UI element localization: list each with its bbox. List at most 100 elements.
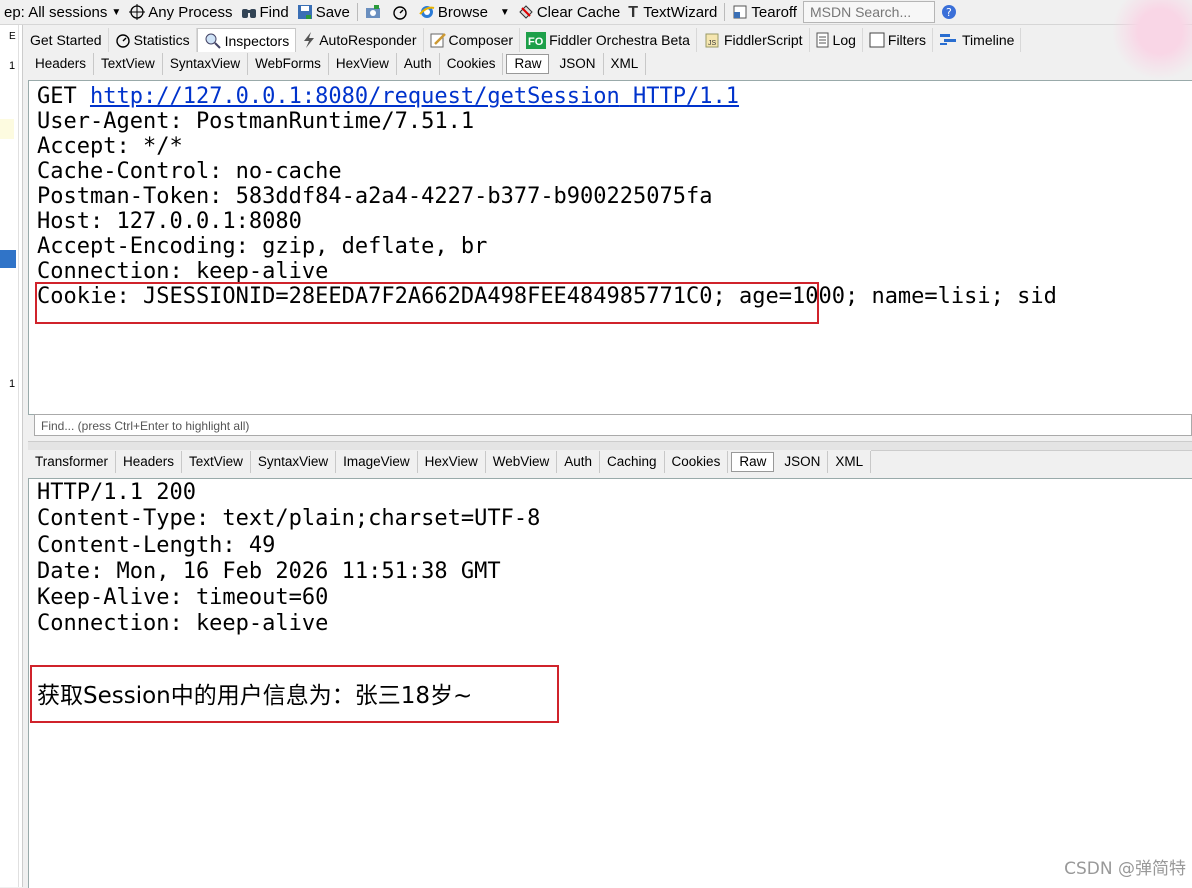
response-header-line: Content-Length: 49 — [37, 532, 276, 558]
response-inspector-tabs: Transformer Headers TextView SyntaxView Imag… — [28, 450, 872, 474]
response-tab-imageview[interactable]: ImageView — [336, 451, 418, 473]
request-protocol: HTTP/1.1 — [619, 84, 740, 109]
tab-label: FiddlerScript — [723, 32, 803, 48]
tearoff-label: Tearoff — [751, 3, 797, 21]
magnifier-icon — [204, 33, 222, 49]
keep-sessions-label: ep: All sessions — [4, 3, 108, 21]
browse-label: Browse — [437, 3, 488, 21]
help-icon: ? — [941, 4, 957, 20]
response-tab-auth[interactable]: Auth — [557, 451, 601, 473]
request-header-line: Connection: keep-alive — [37, 259, 329, 284]
response-tab-cookies[interactable]: Cookies — [665, 451, 729, 473]
watermark: CSDN @弹简特 — [1064, 859, 1186, 879]
request-url-link[interactable]: http://127.0.0.1:8080/request/getSession — [90, 84, 620, 109]
screenshot-button[interactable] — [361, 1, 388, 23]
process-filter-label: Any Process — [148, 3, 233, 21]
tab-composer[interactable]: Composer — [424, 28, 521, 52]
response-tab-syntaxview[interactable]: SyntaxView — [251, 451, 337, 473]
session-row-highlight[interactable] — [0, 119, 14, 139]
response-tab-headers[interactable]: Headers — [116, 451, 183, 473]
find-input[interactable]: Find... (press Ctrl+Enter to highlight a… — [34, 414, 1192, 436]
tab-label: Composer — [448, 32, 514, 48]
textwizard-button[interactable]: T TextWizard — [624, 1, 721, 23]
tab-label: Fiddler Orchestra Beta — [549, 32, 690, 48]
svg-text:?: ? — [946, 6, 952, 19]
tab-label: AutoResponder — [319, 32, 417, 48]
tab-statistics[interactable]: Statistics — [109, 28, 197, 52]
request-tab-json[interactable]: JSON — [552, 53, 604, 75]
textwizard-icon: T — [628, 4, 638, 21]
divider — [18, 25, 19, 887]
save-button[interactable]: Save — [293, 1, 354, 23]
checkbox-icon — [869, 32, 885, 48]
request-tab-syntaxview[interactable]: SyntaxView — [163, 53, 249, 75]
msdn-search-input[interactable]: MSDN Search... — [802, 1, 935, 23]
response-tab-transformer[interactable]: Transformer — [28, 451, 117, 473]
tab-filters[interactable]: Filters — [863, 28, 934, 52]
response-header-line: Date: Mon, 16 Feb 2026 11:51:38 GMT — [37, 558, 501, 584]
svg-text:FO: FO — [528, 36, 544, 48]
response-tab-textview[interactable]: TextView — [182, 451, 251, 473]
response-tab-raw[interactable]: Raw — [731, 452, 775, 472]
tab-get-started[interactable]: Get Started — [24, 28, 109, 52]
clear-cache-icon — [518, 4, 534, 20]
tab-label: Filters — [887, 32, 927, 48]
response-status-line: HTTP/1.1 200 — [37, 480, 196, 505]
request-tab-cookies[interactable]: Cookies — [440, 53, 504, 75]
ie-icon — [419, 4, 435, 20]
request-tab-textview[interactable]: TextView — [94, 53, 163, 75]
response-tab-json[interactable]: JSON — [777, 451, 829, 473]
response-tab-hexview[interactable]: HexView — [418, 451, 486, 473]
response-tab-xml[interactable]: XML — [828, 451, 872, 473]
stopwatch-icon — [392, 4, 408, 20]
selected-session-row[interactable] — [0, 250, 16, 268]
clear-cache-button[interactable]: Clear Cache — [514, 1, 624, 23]
request-tab-auth[interactable]: Auth — [397, 53, 440, 75]
timeline-icon — [939, 32, 959, 48]
find-button[interactable]: Find — [237, 1, 293, 23]
svg-text:JS: JS — [708, 40, 717, 47]
response-header-line: Connection: keep-alive — [37, 611, 329, 637]
request-header-line: Accept-Encoding: gzip, deflate, br — [37, 234, 488, 259]
fo-icon: FO — [526, 32, 547, 49]
browse-button[interactable]: Browse ▼ — [415, 1, 514, 23]
tab-autoresponder[interactable]: AutoResponder — [296, 28, 424, 52]
tab-timeline[interactable]: Timeline — [933, 28, 1022, 52]
response-tab-webview[interactable]: WebView — [486, 451, 558, 473]
request-tab-webforms[interactable]: WebForms — [248, 53, 329, 75]
tab-fiddler-orchestra-beta[interactable]: FO Fiddler Orchestra Beta — [520, 28, 697, 52]
chevron-down-icon: ▼ — [111, 6, 122, 18]
column-marker: E — [9, 31, 16, 42]
cookie-highlight-box — [35, 282, 819, 324]
tab-inspectors[interactable]: Inspectors — [196, 27, 297, 53]
tearoff-icon — [732, 4, 748, 20]
timer-button[interactable] — [388, 1, 415, 23]
tab-log[interactable]: Log — [810, 28, 863, 52]
help-button[interactable]: ? — [937, 1, 964, 23]
response-raw-text: HTTP/1.1 200 Content-Type: text/plain;ch… — [29, 479, 1192, 638]
process-filter-button[interactable]: Any Process — [125, 1, 236, 23]
request-tab-xml[interactable]: XML — [604, 53, 647, 75]
lightning-icon — [302, 32, 316, 48]
msdn-search-box[interactable]: MSDN Search... — [801, 1, 937, 23]
stopwatch-icon — [115, 32, 131, 48]
log-icon — [816, 32, 830, 48]
session-list-edge: E 1 1 — [0, 25, 23, 887]
camera-icon — [365, 4, 381, 20]
toolbar-divider — [356, 3, 358, 21]
request-raw-view[interactable]: GET http://127.0.0.1:8080/request/getSes… — [28, 80, 1192, 415]
request-tab-headers[interactable]: Headers — [28, 53, 95, 75]
request-tab-hexview[interactable]: HexView — [329, 53, 397, 75]
response-header-line: Content-Type: text/plain;charset=UTF-8 — [37, 506, 541, 532]
response-tab-caching[interactable]: Caching — [600, 451, 665, 473]
keep-sessions-dropdown[interactable]: ep: All sessions ▼ — [0, 1, 125, 23]
tab-fiddlerscript[interactable]: JS FiddlerScript — [697, 28, 810, 52]
request-header-line: User-Agent: PostmanRuntime/7.51.1 — [37, 109, 475, 134]
response-body-highlight-box — [30, 665, 559, 723]
tearoff-button[interactable]: Tearoff — [728, 1, 801, 23]
request-header-line: Postman-Token: 583ddf84-a2a4-4227-b377-b… — [37, 184, 713, 209]
textwizard-label: TextWizard — [643, 3, 718, 21]
chevron-down-icon: ▼ — [499, 6, 510, 18]
request-tab-raw[interactable]: Raw — [506, 54, 550, 74]
save-icon — [297, 4, 313, 20]
